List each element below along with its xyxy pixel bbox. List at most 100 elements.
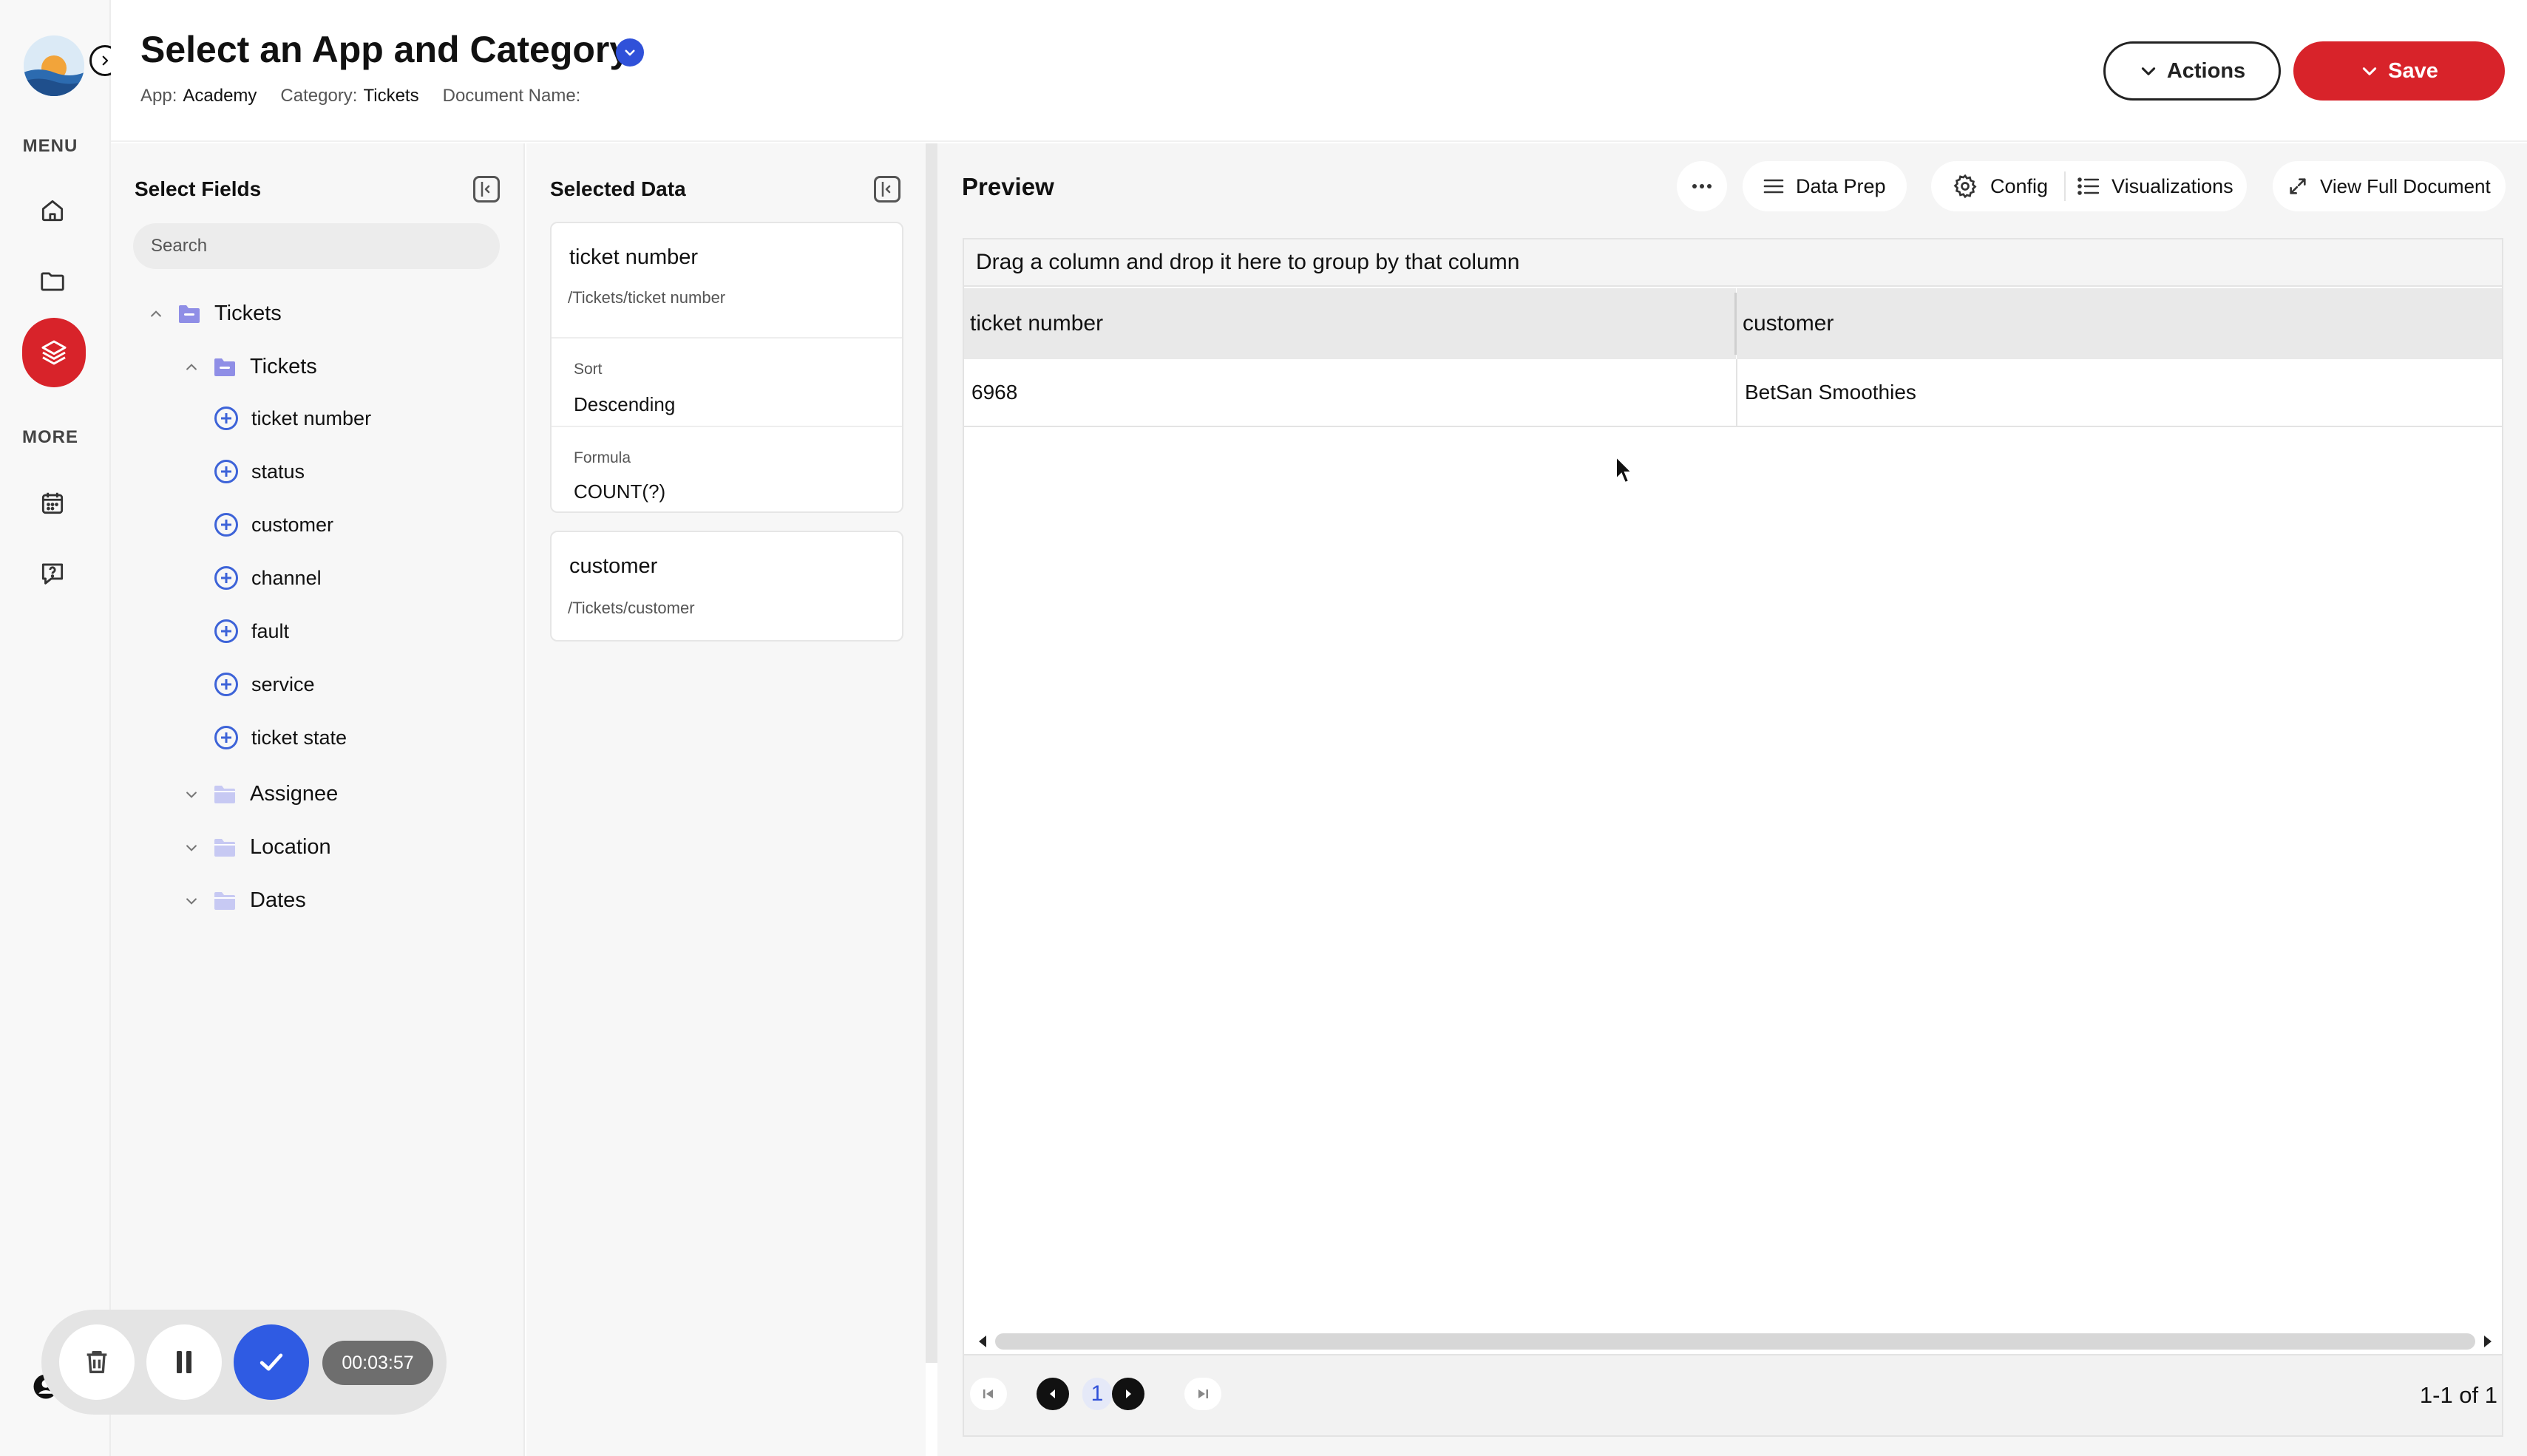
collapse-panel-icon[interactable] bbox=[473, 176, 500, 203]
field-label: channel bbox=[251, 566, 322, 589]
tree-folder-label: Location bbox=[250, 835, 331, 859]
divider bbox=[2064, 171, 2066, 201]
list-icon bbox=[2077, 177, 2100, 195]
tree-folder-assignee[interactable]: Assignee bbox=[183, 782, 338, 806]
pause-icon bbox=[177, 1351, 191, 1373]
field-customer[interactable]: customer bbox=[214, 513, 333, 537]
tree-folder-tickets[interactable]: Tickets bbox=[183, 355, 317, 379]
folder-icon bbox=[214, 891, 235, 910]
view-full-document-button[interactable]: View Full Document bbox=[2273, 161, 2506, 211]
selected-field-card[interactable]: ticket number /Tickets/ticket number Sor… bbox=[550, 222, 903, 513]
page-title: Select an App and Category bbox=[140, 29, 631, 70]
actions-button[interactable]: Actions bbox=[2103, 41, 2281, 101]
tree-folder-tickets-root[interactable]: Tickets bbox=[148, 302, 282, 326]
group-by-drop-zone[interactable]: Drag a column and drop it here to group … bbox=[964, 239, 2502, 287]
folder-icon bbox=[179, 305, 200, 323]
preview-panel: Preview Data Prep Config Visualizations … bbox=[937, 143, 2527, 1456]
field-ticket-state[interactable]: ticket state bbox=[214, 726, 347, 749]
checkmark-icon bbox=[260, 1353, 283, 1371]
calendar-icon[interactable] bbox=[35, 486, 69, 520]
next-page-button[interactable] bbox=[1112, 1378, 1144, 1410]
add-field-icon[interactable] bbox=[214, 513, 238, 537]
actions-button-label: Actions bbox=[2166, 58, 2246, 83]
expand-icon bbox=[2290, 178, 2306, 194]
field-service[interactable]: service bbox=[214, 673, 315, 696]
left-rail: MENU MORE bbox=[0, 0, 111, 1456]
app-meta-label: App: bbox=[140, 86, 177, 106]
data-prep-button[interactable]: Data Prep bbox=[1743, 161, 1907, 211]
pagination-bar: 1 1-1 of 1 bbox=[964, 1354, 2502, 1435]
field-label: ticket state bbox=[251, 726, 347, 749]
category-meta: Category: Tickets bbox=[280, 86, 418, 106]
tree-folder-label: Dates bbox=[250, 888, 306, 912]
panel-scrollbar[interactable] bbox=[926, 143, 937, 1363]
add-field-icon[interactable] bbox=[214, 566, 238, 590]
chevron-down-icon bbox=[2141, 67, 2155, 75]
data-grid: Drag a column and drop it here to group … bbox=[963, 238, 2503, 1437]
home-icon[interactable] bbox=[35, 194, 69, 228]
column-header-customer[interactable]: customer bbox=[1737, 288, 2502, 359]
app-logo[interactable] bbox=[24, 35, 84, 96]
field-status[interactable]: status bbox=[214, 460, 305, 483]
scroll-right-icon[interactable] bbox=[2483, 1335, 2493, 1348]
collapse-panel-icon[interactable] bbox=[874, 176, 900, 203]
search-input[interactable] bbox=[133, 223, 500, 269]
table-cell[interactable]: BetSan Smoothies bbox=[1736, 359, 2502, 427]
previous-page-button[interactable] bbox=[1037, 1378, 1069, 1410]
card-path: /Tickets/customer bbox=[568, 599, 695, 617]
formula-value[interactable]: COUNT(?) bbox=[574, 480, 665, 503]
page-number[interactable]: 1 bbox=[1082, 1378, 1112, 1410]
selected-field-card[interactable]: customer /Tickets/customer bbox=[550, 531, 903, 642]
field-label: customer bbox=[251, 513, 334, 536]
add-field-icon[interactable] bbox=[214, 406, 238, 430]
config-button[interactable]: Config Visualizations bbox=[1931, 161, 2247, 211]
horizontal-scrollbar[interactable] bbox=[977, 1330, 2493, 1351]
more-options-button[interactable] bbox=[1677, 161, 1727, 211]
save-button[interactable]: Save bbox=[2293, 41, 2505, 101]
first-page-icon bbox=[983, 1389, 993, 1398]
trash-icon bbox=[87, 1351, 107, 1373]
field-fault[interactable]: fault bbox=[214, 619, 289, 643]
last-page-button[interactable] bbox=[1184, 1378, 1221, 1410]
gear-icon bbox=[1953, 174, 1977, 199]
delete-recording-button[interactable] bbox=[59, 1324, 135, 1400]
last-page-icon bbox=[1198, 1389, 1208, 1398]
add-field-icon[interactable] bbox=[214, 460, 238, 483]
add-field-icon[interactable] bbox=[214, 619, 238, 643]
more-horizontal-icon bbox=[1692, 184, 1712, 188]
folder-icon[interactable] bbox=[35, 265, 69, 299]
config-label: Config bbox=[1990, 174, 2049, 197]
chevron-down-icon[interactable] bbox=[183, 786, 200, 803]
add-field-icon[interactable] bbox=[214, 726, 238, 749]
menu-label: MENU bbox=[22, 136, 78, 156]
more-label: MORE bbox=[22, 427, 78, 447]
chevron-down-icon[interactable] bbox=[183, 893, 200, 909]
title-dropdown-icon[interactable] bbox=[616, 38, 644, 67]
folder-icon bbox=[214, 838, 235, 857]
scrollbar-thumb[interactable] bbox=[995, 1333, 2475, 1350]
tree-folder-location[interactable]: Location bbox=[183, 835, 331, 860]
select-fields-title: Select Fields bbox=[135, 177, 262, 200]
card-title: customer bbox=[569, 554, 658, 578]
first-page-button[interactable] bbox=[970, 1378, 1007, 1410]
finish-recording-button[interactable] bbox=[234, 1324, 309, 1400]
field-channel[interactable]: channel bbox=[214, 566, 322, 590]
sort-value[interactable]: Descending bbox=[574, 393, 675, 416]
column-header-ticket-number[interactable]: ticket number bbox=[964, 288, 1736, 359]
document-meta: App: Academy Category: Tickets Document Na… bbox=[140, 86, 586, 106]
layers-icon[interactable] bbox=[22, 318, 86, 387]
field-ticket-number[interactable]: ticket number bbox=[214, 406, 371, 430]
divider bbox=[552, 426, 902, 427]
chevron-up-icon[interactable] bbox=[183, 359, 200, 375]
pause-recording-button[interactable] bbox=[146, 1324, 222, 1400]
help-chat-icon[interactable] bbox=[35, 556, 69, 590]
table-cell[interactable]: 6968 bbox=[964, 359, 1736, 427]
chevron-up-icon[interactable] bbox=[148, 306, 164, 322]
tree-folder-dates[interactable]: Dates bbox=[183, 888, 306, 913]
add-field-icon[interactable] bbox=[214, 673, 238, 696]
scroll-left-icon[interactable] bbox=[977, 1335, 988, 1348]
field-label: ticket number bbox=[251, 406, 372, 429]
chevron-down-icon[interactable] bbox=[183, 840, 200, 856]
card-title: ticket number bbox=[569, 245, 699, 269]
selected-data-panel: Selected Data ticket number /Tickets/tic… bbox=[526, 143, 926, 1456]
